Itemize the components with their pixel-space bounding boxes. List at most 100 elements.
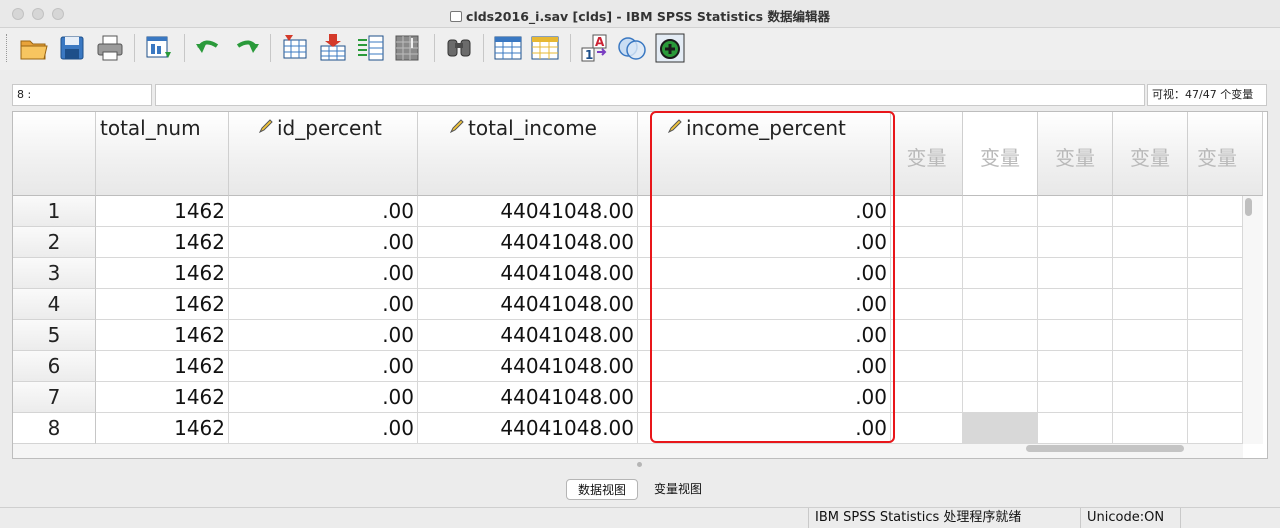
- empty-cell[interactable]: [1113, 258, 1188, 289]
- empty-cell[interactable]: [891, 289, 963, 320]
- empty-cell[interactable]: [1188, 320, 1243, 351]
- row-header[interactable]: 8: [13, 413, 96, 444]
- empty-cell[interactable]: [1188, 227, 1243, 258]
- data-cell[interactable]: 44041048.00: [418, 196, 638, 227]
- empty-cell[interactable]: [1113, 413, 1188, 444]
- empty-cell[interactable]: [1188, 289, 1243, 320]
- grid-corner[interactable]: [13, 112, 96, 196]
- empty-cell[interactable]: [1038, 320, 1113, 351]
- row-header[interactable]: 5: [13, 320, 96, 351]
- row-header[interactable]: 1: [13, 196, 96, 227]
- tab-variable-view[interactable]: 变量视图: [642, 479, 714, 500]
- row-header[interactable]: 4: [13, 289, 96, 320]
- row-header[interactable]: 6: [13, 351, 96, 382]
- empty-cell[interactable]: [1113, 320, 1188, 351]
- data-cell[interactable]: .00: [638, 382, 891, 413]
- run-descriptives-icon[interactable]: [392, 32, 424, 64]
- open-icon[interactable]: [18, 32, 50, 64]
- empty-cell[interactable]: [1188, 351, 1243, 382]
- data-cell[interactable]: .00: [229, 320, 418, 351]
- data-cell[interactable]: 44041048.00: [418, 351, 638, 382]
- empty-cell[interactable]: [1038, 258, 1113, 289]
- data-cell[interactable]: 1462: [96, 289, 229, 320]
- data-cell[interactable]: .00: [229, 382, 418, 413]
- empty-cell[interactable]: [1038, 351, 1113, 382]
- save-icon[interactable]: [56, 32, 88, 64]
- data-cell[interactable]: .00: [638, 320, 891, 351]
- empty-cell[interactable]: [1038, 382, 1113, 413]
- empty-cell[interactable]: [891, 413, 963, 444]
- column-header-total-num[interactable]: total_num: [96, 112, 229, 196]
- empty-cell[interactable]: [891, 320, 963, 351]
- data-cell[interactable]: .00: [638, 413, 891, 444]
- empty-cell[interactable]: [963, 382, 1038, 413]
- empty-cell[interactable]: [963, 320, 1038, 351]
- empty-cell[interactable]: [1188, 413, 1243, 444]
- empty-cell[interactable]: [891, 196, 963, 227]
- empty-cell[interactable]: [963, 227, 1038, 258]
- data-cell[interactable]: 1462: [96, 196, 229, 227]
- empty-cell[interactable]: [963, 196, 1038, 227]
- data-cell[interactable]: 44041048.00: [418, 289, 638, 320]
- empty-cell[interactable]: [963, 258, 1038, 289]
- column-header-empty[interactable]: 变量: [891, 112, 963, 196]
- column-header-id-percent[interactable]: id_percent: [229, 112, 418, 196]
- data-cell[interactable]: .00: [638, 289, 891, 320]
- insert-variable-icon[interactable]: [529, 32, 561, 64]
- print-icon[interactable]: [94, 32, 126, 64]
- data-cell[interactable]: .00: [229, 258, 418, 289]
- empty-cell[interactable]: [1113, 382, 1188, 413]
- goto-case-icon[interactable]: [279, 32, 311, 64]
- data-cell[interactable]: 44041048.00: [418, 320, 638, 351]
- row-header[interactable]: 3: [13, 258, 96, 289]
- empty-cell[interactable]: [891, 258, 963, 289]
- value-labels-icon[interactable]: A 1: [579, 32, 611, 64]
- row-header[interactable]: 7: [13, 382, 96, 413]
- empty-cell[interactable]: [1188, 196, 1243, 227]
- vertical-scrollbar[interactable]: [1243, 196, 1263, 444]
- redo-icon[interactable]: [230, 32, 262, 64]
- data-cell[interactable]: 1462: [96, 413, 229, 444]
- empty-cell[interactable]: [1038, 196, 1113, 227]
- use-sets-icon[interactable]: [616, 32, 648, 64]
- data-cell[interactable]: .00: [229, 227, 418, 258]
- vertical-scroll-thumb[interactable]: [1245, 198, 1252, 216]
- data-cell[interactable]: 1462: [96, 320, 229, 351]
- data-cell[interactable]: .00: [229, 351, 418, 382]
- column-header-empty[interactable]: 变量: [963, 112, 1038, 196]
- data-cell[interactable]: 44041048.00: [418, 258, 638, 289]
- data-cell[interactable]: 44041048.00: [418, 413, 638, 444]
- show-all-variables-icon[interactable]: [654, 32, 686, 64]
- empty-cell[interactable]: [1038, 289, 1113, 320]
- tab-data-view[interactable]: 数据视图: [566, 479, 638, 500]
- data-cell[interactable]: 1462: [96, 382, 229, 413]
- data-cell[interactable]: .00: [638, 258, 891, 289]
- toolbar-grip[interactable]: [6, 34, 9, 62]
- empty-cell[interactable]: [891, 382, 963, 413]
- cell-reference-field[interactable]: 8 :: [12, 84, 152, 106]
- empty-cell[interactable]: [963, 289, 1038, 320]
- variables-icon[interactable]: [355, 32, 387, 64]
- data-cell[interactable]: 44041048.00: [418, 227, 638, 258]
- empty-cell[interactable]: [963, 413, 1038, 444]
- column-header-empty[interactable]: 变量: [1113, 112, 1188, 196]
- data-cell[interactable]: .00: [638, 227, 891, 258]
- empty-cell[interactable]: [963, 351, 1038, 382]
- data-cell[interactable]: .00: [638, 196, 891, 227]
- undo-icon[interactable]: [193, 32, 225, 64]
- column-header-total-income[interactable]: total_income: [418, 112, 638, 196]
- goto-variable-icon[interactable]: [317, 32, 349, 64]
- empty-cell[interactable]: [891, 351, 963, 382]
- data-cell[interactable]: .00: [229, 413, 418, 444]
- pane-splitter[interactable]: [637, 462, 642, 467]
- data-cell[interactable]: 1462: [96, 258, 229, 289]
- find-icon[interactable]: [443, 32, 475, 64]
- data-cell[interactable]: .00: [229, 196, 418, 227]
- data-cell[interactable]: 44041048.00: [418, 382, 638, 413]
- empty-cell[interactable]: [891, 227, 963, 258]
- data-cell[interactable]: .00: [229, 289, 418, 320]
- empty-cell[interactable]: [1113, 196, 1188, 227]
- dialog-recall-icon[interactable]: [143, 32, 175, 64]
- empty-cell[interactable]: [1113, 351, 1188, 382]
- row-header[interactable]: 2: [13, 227, 96, 258]
